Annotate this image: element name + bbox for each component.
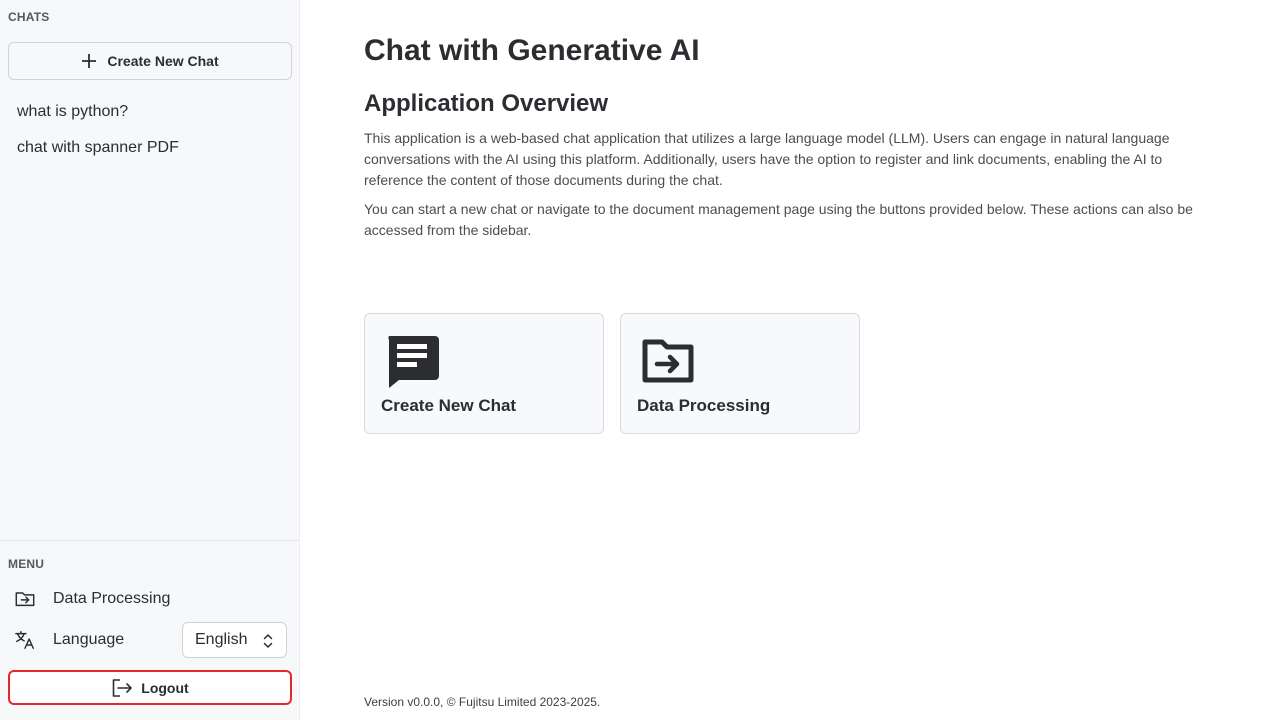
overview-paragraph-2: You can start a new chat or navigate to … <box>364 201 1193 238</box>
overview-paragraph-1: This application is a web-based chat app… <box>364 130 1170 188</box>
logout-icon <box>112 678 133 697</box>
chevron-updown-icon <box>263 634 273 648</box>
chats-section-label: CHATS <box>8 10 50 24</box>
create-new-chat-card[interactable]: Create New Chat <box>364 313 604 434</box>
page-title: Chat with Generative AI <box>364 34 700 67</box>
translate-icon <box>15 631 34 649</box>
menu-section-label: MENU <box>8 557 45 571</box>
plus-icon <box>82 54 97 68</box>
data-processing-card[interactable]: Data Processing <box>620 313 860 434</box>
chat-item-chat-with-spanner-pdf[interactable]: chat with spanner PDF <box>0 130 300 166</box>
language-select-value: English <box>195 631 248 648</box>
logout-button[interactable]: Logout <box>8 670 292 705</box>
language-select[interactable]: English <box>182 622 287 658</box>
main-content: Chat with Generative AI Application Over… <box>300 0 1280 720</box>
menu-item-data-processing-label: Data Processing <box>53 590 171 607</box>
sidebar-divider <box>0 540 300 541</box>
chat-list: what is python? chat with spanner PDF <box>0 94 300 166</box>
logout-label: Logout <box>141 679 189 696</box>
chat-icon <box>388 336 439 388</box>
folder-arrow-icon <box>15 592 35 607</box>
menu-item-data-processing[interactable]: Data Processing <box>0 581 300 617</box>
version-footer: Version v0.0.0, © Fujitsu Limited 2023-2… <box>364 695 601 709</box>
folder-arrow-icon <box>642 339 694 383</box>
data-processing-card-label: Data Processing <box>637 396 771 415</box>
menu-item-language-label: Language <box>53 631 125 648</box>
chat-item-what-is-python[interactable]: what is python? <box>0 94 300 130</box>
create-new-chat-label: Create New Chat <box>107 53 219 69</box>
create-new-chat-card-label: Create New Chat <box>381 396 517 415</box>
overview-heading: Application Overview <box>364 90 609 117</box>
sidebar: CHATS Create New Chat what is python? ch… <box>0 0 300 720</box>
create-new-chat-button[interactable]: Create New Chat <box>8 42 292 80</box>
